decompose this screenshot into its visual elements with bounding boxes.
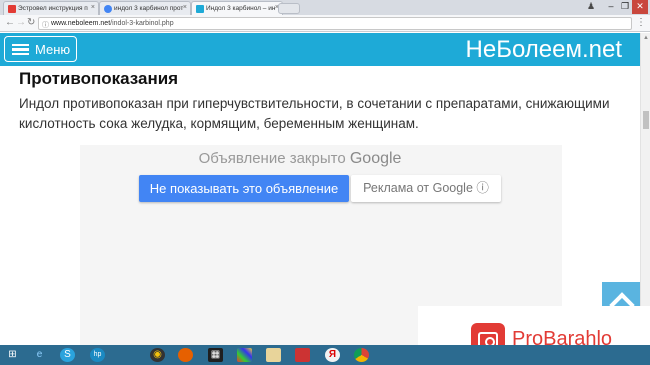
browser-tab-1[interactable]: Эстровел инструкция п × — [3, 1, 99, 15]
url-path: /indol-3-karbinol.php — [110, 20, 174, 27]
url-host: www.neboleem.net — [51, 20, 111, 27]
url-field[interactable]: ⓘ www.neboleem.net/indol-3-karbinol.php — [38, 17, 632, 30]
minimize-button[interactable]: – — [604, 0, 618, 14]
browser-menu-icon[interactable]: ⋮ — [636, 18, 646, 28]
reload-icon[interactable]: ↻ — [27, 17, 35, 28]
page-scrollbar[interactable]: ▲ — [640, 33, 650, 345]
firefox-icon[interactable] — [178, 348, 193, 362]
ie-icon[interactable]: e — [32, 348, 47, 362]
forward-arrow-icon[interactable]: → — [16, 17, 26, 28]
hp-icon[interactable]: hp — [90, 348, 105, 362]
site-logo[interactable]: НеБолеем.net — [466, 36, 622, 64]
browser-tab-3[interactable]: Индол 3 карбинол – ин × — [191, 1, 283, 15]
browser-tab-2[interactable]: индол 3 карбинол прот × — [99, 1, 191, 15]
ad-closed-text: Объявление закрыто — [198, 150, 346, 167]
maximize-button[interactable]: ❐ — [618, 0, 632, 14]
section-title: Противопоказания — [19, 69, 179, 88]
hamburger-icon — [12, 44, 29, 55]
new-tab-button[interactable] — [278, 3, 300, 14]
back-arrow-icon[interactable]: ← — [5, 17, 15, 28]
tab-close-icon[interactable]: × — [91, 4, 95, 11]
chrome-icon[interactable] — [354, 348, 369, 362]
section-paragraph: Индол противопоказан при гиперчувствител… — [19, 96, 610, 131]
page-info-icon[interactable]: ⓘ — [42, 20, 49, 30]
hide-ad-button[interactable]: Не показывать это объявление — [139, 175, 349, 202]
ads-by-google-button[interactable]: Реклама от Google ⓘ — [351, 175, 501, 202]
google-wordmark: Google — [349, 150, 402, 167]
google-favicon-icon — [104, 5, 112, 13]
site-favicon-icon — [196, 5, 204, 13]
menu-label: Меню — [35, 42, 71, 57]
tab-label: Эстровел инструкция п — [18, 5, 88, 12]
windows-start-icon[interactable]: ⊞ — [5, 348, 20, 362]
site-favicon-icon — [8, 5, 16, 13]
site-header: Меню НеБолеем.net — [0, 33, 640, 66]
user-profile-icon[interactable]: ♟ — [587, 1, 597, 12]
tab-label: Индол 3 карбинол – ин — [206, 5, 276, 12]
scroll-up-icon[interactable]: ▲ — [643, 35, 649, 41]
address-toolbar: ← → ↻ ⓘ www.neboleem.net/indol-3-karbino… — [0, 15, 650, 32]
game-icon[interactable]: ◉ — [150, 348, 165, 362]
files-icon[interactable] — [266, 348, 281, 362]
close-window-button[interactable]: ✕ — [632, 0, 648, 14]
yandex-icon[interactable]: Я — [325, 348, 340, 362]
photos-icon[interactable] — [237, 348, 252, 362]
skype-icon[interactable]: S — [60, 348, 75, 362]
tab-label: индол 3 карбинол прот — [114, 5, 184, 12]
browser-tab-strip: Эстровел инструкция п × индол 3 карбинол… — [0, 0, 650, 15]
scroll-thumb[interactable] — [643, 111, 649, 129]
menu-button[interactable]: Меню — [4, 36, 77, 62]
ad-closed-heading: Объявление закрыто Google — [80, 150, 520, 168]
media-icon[interactable]: ▦ — [208, 348, 223, 362]
windows-taskbar: ⊞ e S hp ◉ ▦ Я — [0, 345, 650, 365]
tab-close-icon[interactable]: × — [183, 4, 187, 11]
pdf-icon[interactable] — [295, 348, 310, 362]
